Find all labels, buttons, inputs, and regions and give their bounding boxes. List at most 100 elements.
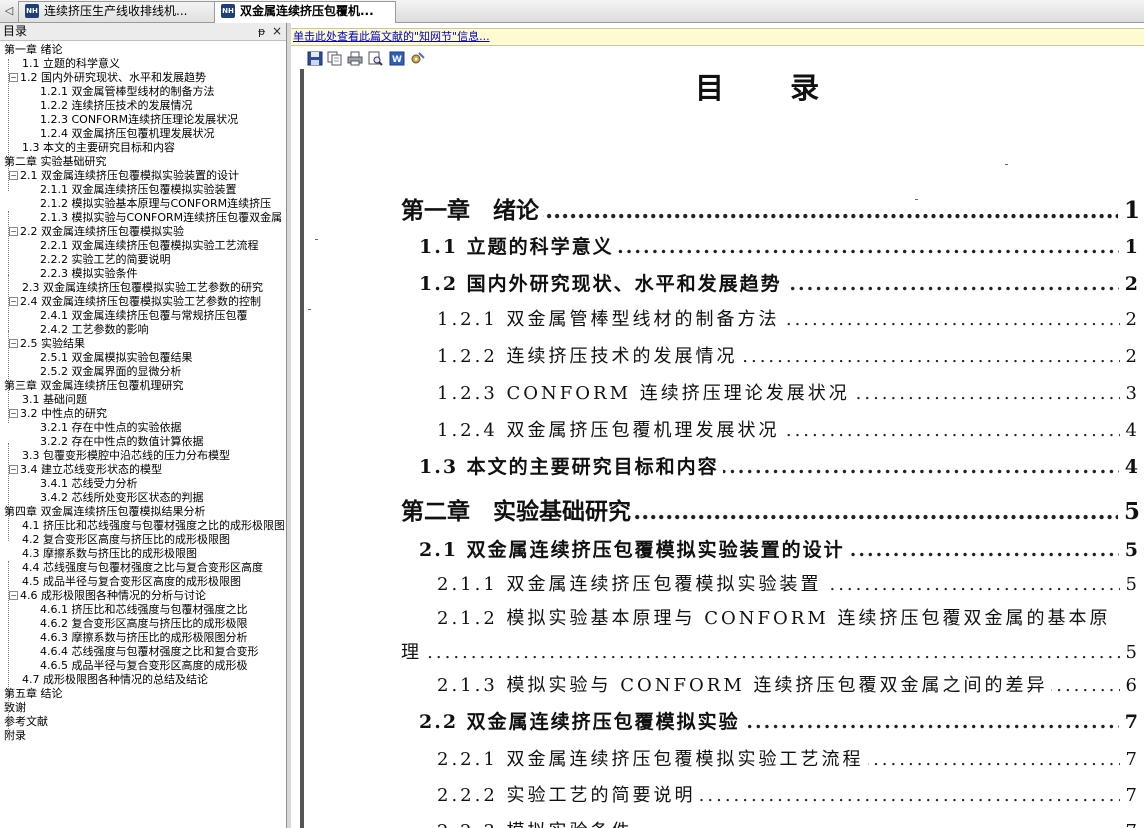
toc-section-item[interactable]: 1.2.1 双金属管棒型线材的制备方法: [40, 85, 284, 99]
toc-section-item[interactable]: 3.2.2 存在中性点的数值计算依据: [40, 435, 284, 449]
toc-section-item[interactable]: 2.2.1 双金属连续挤压包覆模拟实验工艺流程: [40, 239, 284, 253]
collapse-toggle-icon[interactable]: −: [9, 591, 18, 600]
toc-entry[interactable]: ........................................…: [437, 570, 1140, 600]
toc-section-item[interactable]: 3.4.2 芯线所处变形区状态的判据: [40, 491, 284, 505]
toc-item-label: 1.1 立题的科学意义: [22, 57, 120, 70]
toc-entry[interactable]: ........................................…: [419, 269, 1140, 299]
tab-document-1[interactable]: NH 连续挤压生产线收排线机...: [18, 1, 216, 22]
toc-entry[interactable]: ........................................…: [437, 305, 1140, 335]
toc-section-item[interactable]: 1.2.2 连续挤压技术的发展情况: [40, 99, 284, 113]
toc-section-item[interactable]: 2.4.1 双金属连续挤压包覆与常规挤压包覆: [40, 309, 284, 323]
toc-section-item[interactable]: 1.3 本文的主要研究目标和内容: [22, 141, 284, 155]
toc-entry[interactable]: ........................................…: [419, 452, 1140, 482]
toc-section-item[interactable]: 2.2.2 实验工艺的简要说明: [40, 253, 284, 267]
collapse-toggle-icon[interactable]: −: [9, 73, 18, 82]
toc-item-label: 2.2.1 双金属连续挤压包覆模拟实验工艺流程: [40, 239, 259, 252]
toc-chapter-item[interactable]: 第五章 结论: [4, 687, 284, 701]
toc-entry[interactable]: 2.1.2 模拟实验基本原理与 CONFORM 连续挤压包覆双金属的基本原: [437, 604, 1140, 634]
toc-section-item[interactable]: −3.4 建立芯线变形状态的模型: [9, 463, 284, 477]
toc-section-item[interactable]: 4.6.1 挤压比和芯线强度与包覆材强度之比: [40, 603, 284, 617]
toc-item-label: 1.2.4 双金属挤压包覆机理发展状况: [40, 127, 215, 140]
tab-scroll-left-icon[interactable]: ◁: [2, 3, 16, 19]
collapse-toggle-icon[interactable]: −: [9, 465, 18, 474]
toc-section-item[interactable]: 4.4 芯线强度与包覆材强度之比与复合变形区高度: [22, 561, 284, 575]
toc-section-item[interactable]: 3.4.1 芯线受力分析: [40, 477, 284, 491]
toc-chapter-item[interactable]: 第一章 绪论: [4, 43, 284, 57]
copy-icon[interactable]: [327, 51, 343, 66]
toc-chapter-entry[interactable]: ........................................…: [401, 196, 1140, 226]
toc-section-item[interactable]: 4.7 成形极限图各种情况的总结及结论: [22, 673, 284, 687]
toc-section-item[interactable]: 1.2.3 CONFORM连续挤压理论发展状况: [40, 113, 284, 127]
toc-section-item[interactable]: 2.4.2 工艺参数的影响: [40, 323, 284, 337]
toc-section-item[interactable]: 4.6.5 成品半径与复合变形区高度的成形极: [40, 659, 284, 673]
toc-section-item[interactable]: −1.2 国内外研究现状、水平和发展趋势: [9, 71, 284, 85]
toc-section-item[interactable]: 4.2 复合变形区高度与挤压比的成形极限图: [22, 533, 284, 547]
toc-entry[interactable]: ........................................…: [437, 379, 1140, 409]
toc-section-item[interactable]: 4.5 成品半径与复合变形区高度的成形极限图: [22, 575, 284, 589]
scan-speck: [315, 239, 318, 240]
toc-section-item[interactable]: 4.6.4 芯线强度与包覆材强度之比和复合变形: [40, 645, 284, 659]
toc-item-label: 3.2 中性点的研究: [20, 407, 107, 420]
collapse-toggle-icon[interactable]: −: [9, 227, 18, 236]
tab-document-2[interactable]: NH 双金属连续挤压包覆机...: [214, 1, 396, 23]
toc-section-item[interactable]: 2.1.2 模拟实验基本原理与CONFORM连续挤压: [40, 197, 284, 211]
collapse-toggle-icon[interactable]: −: [9, 339, 18, 348]
collapse-toggle-icon[interactable]: −: [9, 171, 18, 180]
toc-item-label: 1.2.2 连续挤压技术的发展情况: [40, 99, 193, 112]
toc-section-item[interactable]: 2.5.1 双金属模拟实验包覆结果: [40, 351, 284, 365]
toc-entry[interactable]: ........................................…: [419, 232, 1140, 262]
settings-icon[interactable]: [409, 51, 425, 66]
toc-item-label: 3.3 包覆变形模腔中沿芯线的压力分布模型: [22, 449, 230, 462]
toc-section-item[interactable]: 3.2.1 存在中性点的实验依据: [40, 421, 284, 435]
toc-section-item[interactable]: 4.1 挤压比和芯线强度与包覆材强度之比的成形极限图: [22, 519, 284, 533]
toc-section-item[interactable]: −3.2 中性点的研究: [9, 407, 284, 421]
toc-section-item[interactable]: −4.6 成形极限图各种情况的分析与讨论: [9, 589, 284, 603]
toc-entry[interactable]: ........................................…: [437, 745, 1140, 775]
toc-item-label: 2.4.1 双金属连续挤压包覆与常规挤压包覆: [40, 309, 248, 322]
toc-section-item[interactable]: −2.4 双金属连续挤压包覆模拟实验工艺参数的控制: [9, 295, 284, 309]
toc-page-number: 1: [1118, 232, 1140, 262]
word-export-icon[interactable]: W: [389, 51, 405, 66]
pin-icon[interactable]: ᵽ: [258, 24, 265, 39]
toc-chapter-entry[interactable]: ........................................…: [401, 497, 1140, 527]
collapse-toggle-icon[interactable]: −: [9, 297, 18, 306]
toc-section-item[interactable]: −2.1 双金属连续挤压包覆模拟实验装置的设计: [9, 169, 284, 183]
save-icon[interactable]: [307, 51, 323, 66]
toc-section-item[interactable]: 2.1.3 模拟实验与CONFORM连续挤压包覆双金属: [40, 211, 284, 225]
toc-chapter-item[interactable]: 第三章 双金属连续挤压包覆机理研究: [4, 379, 284, 393]
toc-section-item[interactable]: 3.1 基础问题: [22, 393, 284, 407]
toc-entry[interactable]: ........................................…: [419, 707, 1140, 737]
knowledge-node-link[interactable]: 单击此处查看此篇文献的"知网节"信息...: [293, 30, 490, 44]
toc-chapter-item[interactable]: 附录: [4, 729, 284, 743]
toc-section-item[interactable]: −2.2 双金属连续挤压包覆模拟实验: [9, 225, 284, 239]
toc-entry[interactable]: ........................................…: [437, 342, 1140, 372]
close-icon[interactable]: ×: [272, 23, 282, 39]
toc-section-item[interactable]: 1.1 立题的科学意义: [22, 57, 284, 71]
print-icon[interactable]: [347, 51, 363, 66]
toc-section-item[interactable]: 1.2.4 双金属挤压包覆机理发展状况: [40, 127, 284, 141]
toc-chapter-item[interactable]: 参考文献: [4, 715, 284, 729]
toc-section-item[interactable]: 4.3 摩擦系数与挤压比的成形极限图: [22, 547, 284, 561]
tree-guide-line: [8, 331, 9, 423]
print-preview-icon[interactable]: [367, 51, 383, 66]
toc-section-item[interactable]: 4.6.3 摩擦系数与挤压比的成形极限图分析: [40, 631, 284, 645]
toc-entry[interactable]: ........................................…: [437, 671, 1140, 701]
toc-chapter-item[interactable]: 第四章 双金属连续挤压包覆模拟结果分析: [4, 505, 284, 519]
toc-chapter-item[interactable]: 第二章 实验基础研究: [4, 155, 284, 169]
toc-entry-continuation[interactable]: ........................................…: [401, 638, 1140, 668]
toc-chapter-item[interactable]: 致谢: [4, 701, 284, 715]
toc-entry[interactable]: ........................................…: [419, 535, 1140, 565]
collapse-toggle-icon[interactable]: −: [9, 409, 18, 418]
toc-section-item[interactable]: −2.5 实验结果: [9, 337, 284, 351]
toc-section-item[interactable]: 2.5.2 双金属界面的显微分析: [40, 365, 284, 379]
toc-section-item[interactable]: 2.3 双金属连续挤压包覆模拟实验工艺参数的研究: [22, 281, 284, 295]
toc-entry[interactable]: ........................................…: [437, 781, 1140, 811]
toc-entry[interactable]: ........................................…: [437, 416, 1140, 446]
toc-section-item[interactable]: 2.2.3 模拟实验条件: [40, 267, 284, 281]
svg-text:W: W: [392, 55, 402, 65]
toc-entry[interactable]: ........................................…: [437, 817, 1140, 828]
toc-section-item[interactable]: 4.6.2 复合变形区高度与挤压比的成形极限: [40, 617, 284, 631]
toc-section-item[interactable]: 2.1.1 双金属连续挤压包覆模拟实验装置: [40, 183, 284, 197]
toc-page-number: 5: [1117, 497, 1140, 527]
toc-section-item[interactable]: 3.3 包覆变形模腔中沿芯线的压力分布模型: [22, 449, 284, 463]
